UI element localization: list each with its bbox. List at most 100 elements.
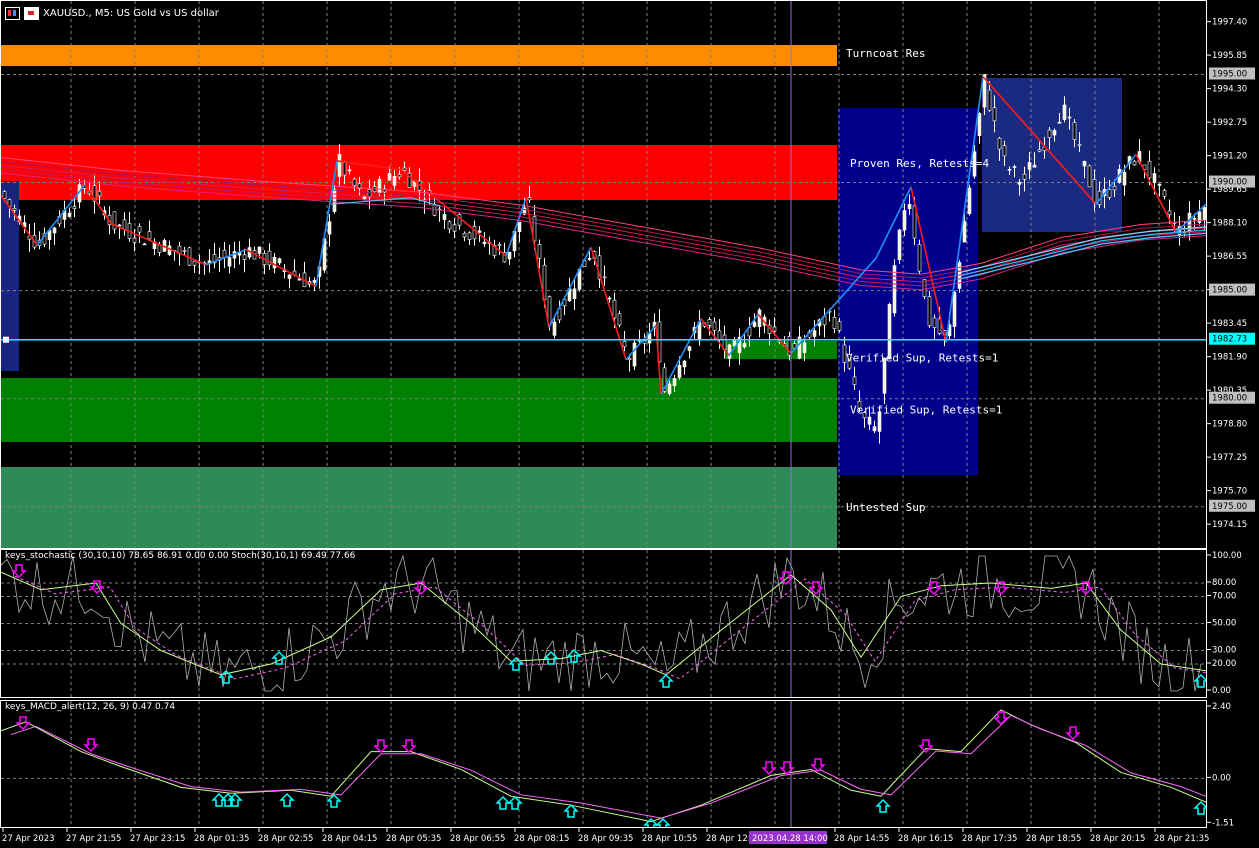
candle-body bbox=[1007, 169, 1012, 171]
chart-grid-icon[interactable] bbox=[5, 6, 20, 20]
macd-signal-line bbox=[10, 714, 1206, 819]
macd-buy-arrow-icon bbox=[279, 792, 295, 807]
candle-body bbox=[602, 276, 607, 279]
candle-body bbox=[922, 279, 927, 297]
macd-sell-arrow-icon bbox=[918, 739, 934, 754]
macd-buy-arrow-icon bbox=[1193, 800, 1206, 815]
candle-body bbox=[1082, 160, 1087, 167]
candle-body bbox=[132, 237, 137, 243]
candle-body bbox=[627, 357, 632, 360]
price-tick-label: 1997.40 bbox=[1212, 18, 1247, 28]
candle-body bbox=[392, 176, 397, 186]
time-tick-label: 28 Apr 04:15 bbox=[322, 834, 377, 844]
turncoat-res-zone bbox=[1, 45, 837, 66]
candle-body bbox=[852, 376, 857, 385]
candle-body bbox=[277, 258, 282, 264]
candle-body bbox=[1157, 183, 1162, 186]
candle-body bbox=[867, 416, 872, 425]
trade-icon[interactable] bbox=[24, 6, 39, 20]
candle-body bbox=[642, 340, 647, 344]
candle-body bbox=[312, 279, 317, 284]
chart-window[interactable]: Turncoat Res Proven Res, Retests=4 Verifie… bbox=[0, 0, 1259, 848]
candle-body bbox=[902, 210, 907, 231]
zone-label: Verified Sup, Retests=1 bbox=[850, 404, 1002, 417]
macd-pane[interactable]: keys_MACD_alert(12, 26, 9) 0.47 0.74 bbox=[0, 700, 1207, 828]
candle-body bbox=[347, 169, 352, 172]
time-tick-label: 28 Apr 21:35 bbox=[1154, 834, 1209, 844]
candle-body bbox=[537, 244, 542, 259]
candle-body bbox=[117, 224, 122, 227]
macd-tick-label: 0.00 bbox=[1212, 773, 1231, 783]
price-tick-label: 1978.80 bbox=[1212, 420, 1247, 430]
stoch-tick-label: 30.00 bbox=[1212, 646, 1236, 656]
verified-sup-zone bbox=[1, 378, 837, 442]
candle-body bbox=[482, 241, 487, 245]
zigzag-segment bbox=[548, 247, 592, 328]
candle-body bbox=[517, 221, 522, 233]
stochastic-axis[interactable]: 100.00 80.00 70.00 50.00 30.00 20.00 0.00 bbox=[1207, 549, 1259, 698]
macd-buy-arrow-icon bbox=[563, 803, 579, 818]
macd-tick-label: -1.51 bbox=[1212, 818, 1234, 828]
macd-main-line bbox=[1, 709, 1206, 823]
candle-body bbox=[147, 231, 152, 240]
candle-body bbox=[667, 383, 672, 394]
macd-sell-arrow-icon bbox=[83, 738, 99, 753]
candle-body bbox=[727, 344, 732, 359]
candle-body bbox=[952, 291, 957, 327]
candle-body bbox=[1107, 189, 1112, 198]
candle-body bbox=[137, 226, 142, 233]
candle-body bbox=[1162, 190, 1167, 197]
price-chart-canvas[interactable]: Turncoat Res Proven Res, Retests=4 Verifie… bbox=[1, 1, 1207, 549]
candle-body bbox=[1192, 217, 1197, 220]
chart-title-bar: XAUUSD., M5: US Gold vs US dollar bbox=[5, 5, 219, 21]
candle-body bbox=[1072, 122, 1077, 140]
main-price-pane[interactable]: Turncoat Res Proven Res, Retests=4 Verifie… bbox=[0, 0, 1207, 549]
candle-body bbox=[712, 321, 717, 331]
macd-buy-arrow-icon bbox=[326, 793, 342, 808]
candle-body bbox=[1092, 179, 1097, 203]
candle-body bbox=[1012, 166, 1017, 168]
macd-axis[interactable]: 2.40 0.00 -1.51 bbox=[1207, 700, 1259, 828]
candle-body bbox=[1027, 162, 1032, 170]
candle-body bbox=[897, 229, 902, 261]
price-tick-label: 1983.45 bbox=[1212, 319, 1247, 329]
candle-body bbox=[287, 274, 292, 280]
candle-body bbox=[1002, 145, 1007, 157]
candle-body bbox=[1132, 160, 1137, 166]
macd-canvas[interactable] bbox=[1, 701, 1207, 828]
candle-body bbox=[1022, 173, 1027, 180]
price-axis[interactable]: 1997.401995.851994.301992.751991.201989.… bbox=[1207, 0, 1259, 549]
candle-body bbox=[572, 288, 577, 300]
macd-sell-arrow-icon bbox=[810, 758, 826, 773]
candle-body bbox=[687, 346, 692, 351]
stoch-tick-label: 0.00 bbox=[1212, 686, 1231, 696]
stoch-buy-arrow-icon bbox=[508, 656, 524, 671]
candle-body bbox=[367, 189, 372, 198]
candle-body bbox=[337, 154, 342, 177]
candle-body bbox=[72, 206, 77, 209]
time-tick-label: 28 Apr 09:35 bbox=[578, 834, 633, 844]
zigzag-segment bbox=[1135, 154, 1177, 233]
candle-body bbox=[52, 227, 57, 234]
candle-body bbox=[1152, 173, 1157, 184]
candle-body bbox=[612, 299, 617, 319]
price-marker-label: 1995.00 bbox=[1212, 69, 1247, 79]
stochastic-canvas[interactable] bbox=[1, 550, 1207, 698]
candle-body bbox=[507, 251, 512, 260]
candle-body bbox=[927, 296, 932, 326]
stochastic-pane[interactable]: keys_stochastic (30,10,10) 78.65 86.91 0… bbox=[0, 549, 1207, 698]
candle-body bbox=[397, 174, 402, 178]
candle-body bbox=[12, 208, 17, 211]
zone-label: Untested Sup bbox=[846, 501, 925, 514]
candle-body bbox=[772, 326, 777, 332]
zone-label: Verified Sup, Retests=1 bbox=[846, 352, 998, 365]
candle-body bbox=[1112, 186, 1117, 191]
candle-body bbox=[272, 257, 277, 269]
candle-body bbox=[1122, 171, 1127, 186]
candle-body bbox=[327, 221, 332, 235]
macd-buy-arrow-icon bbox=[495, 795, 511, 810]
price-tick-label: 1986.55 bbox=[1212, 252, 1247, 262]
price-tick-label: 1975.70 bbox=[1212, 487, 1247, 497]
time-axis[interactable]: 27 Apr 2023 27 Apr 21:55 27 Apr 23:15 28 Ap… bbox=[0, 828, 1259, 848]
price-tick-label: 1994.30 bbox=[1212, 85, 1247, 95]
